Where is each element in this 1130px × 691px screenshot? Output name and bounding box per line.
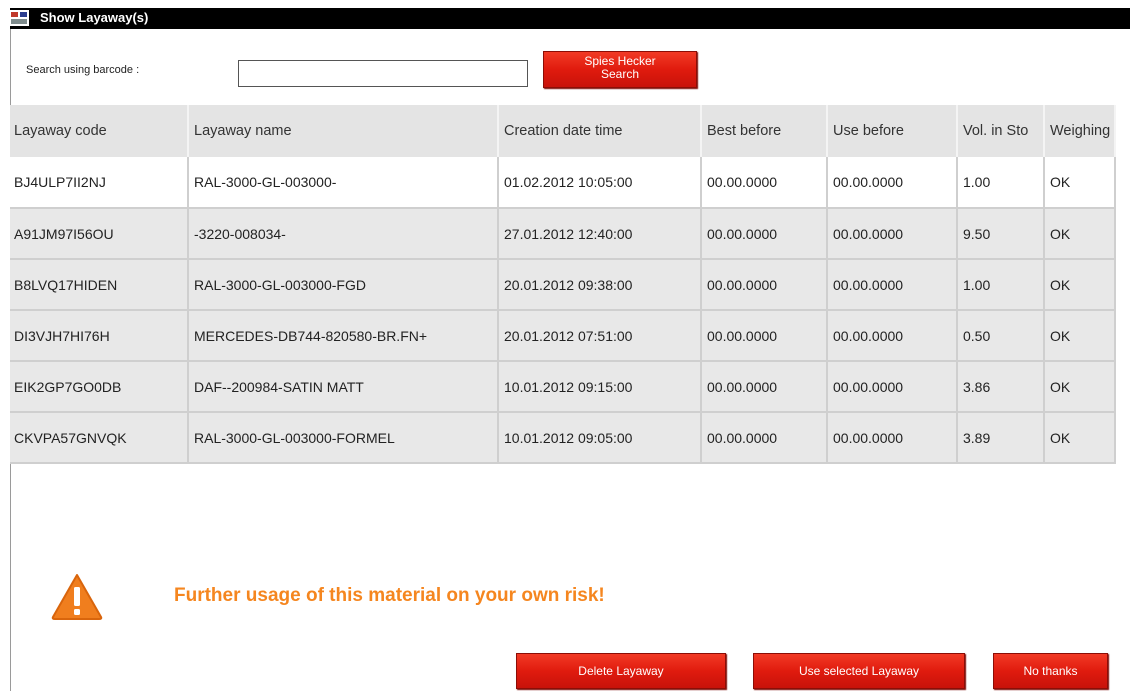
column-header-created[interactable]: Creation date time (498, 105, 702, 157)
delete-layaway-button[interactable]: Delete Layaway (516, 653, 726, 689)
cell-weighing: OK (1044, 208, 1116, 260)
cell-code: A91JM97I56OU (10, 208, 189, 260)
warning-triangle-icon (51, 574, 103, 620)
cell-volume: 1.00 (957, 157, 1045, 209)
cell-code: DI3VJH7HI76H (10, 310, 189, 362)
layaway-table: Layaway code Layaway name Creation date … (10, 105, 1116, 464)
table-row[interactable]: BJ4ULP7II2NJ RAL-3000-GL-003000- 01.02.2… (10, 157, 1116, 209)
column-header-volume[interactable]: Vol. in Sto (957, 105, 1045, 157)
cell-best-before: 00.00.0000 (701, 361, 828, 413)
cell-best-before: 00.00.0000 (701, 208, 828, 260)
window-title: Show Layaway(s) (40, 10, 149, 25)
cell-name: -3220-008034- (188, 208, 499, 260)
cell-weighing: OK (1044, 412, 1116, 464)
no-thanks-button[interactable]: No thanks (993, 653, 1108, 689)
cell-volume: 3.86 (957, 361, 1045, 413)
cell-best-before: 00.00.0000 (701, 310, 828, 362)
cell-use-before: 00.00.0000 (827, 310, 958, 362)
cell-created: 20.01.2012 09:38:00 (498, 259, 702, 311)
cell-code: BJ4ULP7II2NJ (10, 157, 189, 209)
column-header-best-before[interactable]: Best before (701, 105, 828, 157)
cell-created: 10.01.2012 09:05:00 (498, 412, 702, 464)
cell-code: B8LVQ17HIDEN (10, 259, 189, 311)
table-row[interactable]: EIK2GP7GO0DB DAF--200984-SATIN MATT 10.0… (10, 361, 1116, 413)
column-header-weighing[interactable]: Weighing (1044, 105, 1116, 157)
cell-created: 27.01.2012 12:40:00 (498, 208, 702, 260)
cell-name: MERCEDES-DB744-820580-BR.FN+ (188, 310, 499, 362)
cell-volume: 1.00 (957, 259, 1045, 311)
cell-use-before: 00.00.0000 (827, 157, 958, 209)
column-header-use-before[interactable]: Use before (827, 105, 958, 157)
cell-code: CKVPA57GNVQK (10, 412, 189, 464)
title-bar (10, 8, 1130, 29)
cell-created: 10.01.2012 09:15:00 (498, 361, 702, 413)
column-header-code[interactable]: Layaway code (10, 105, 189, 157)
cell-name: RAL-3000-GL-003000-FORMEL (188, 412, 499, 464)
barcode-search-input[interactable] (238, 60, 528, 87)
cell-best-before: 00.00.0000 (701, 412, 828, 464)
cell-use-before: 00.00.0000 (827, 208, 958, 260)
cell-use-before: 00.00.0000 (827, 361, 958, 413)
cell-best-before: 00.00.0000 (701, 157, 828, 209)
cell-volume: 0.50 (957, 310, 1045, 362)
cell-weighing: OK (1044, 361, 1116, 413)
search-button-line2: Search (600, 67, 640, 81)
spies-hecker-search-button[interactable]: Spies Hecker Search (543, 51, 697, 88)
use-selected-layaway-button[interactable]: Use selected Layaway (753, 653, 965, 689)
cell-name: RAL-3000-GL-003000-FGD (188, 259, 499, 311)
cell-volume: 9.50 (957, 208, 1045, 260)
warning-message: Further usage of this material on your o… (174, 585, 605, 606)
cell-use-before: 00.00.0000 (827, 412, 958, 464)
app-icon (9, 10, 29, 26)
table-row[interactable]: B8LVQ17HIDEN RAL-3000-GL-003000-FGD 20.0… (10, 259, 1116, 311)
table-row[interactable]: DI3VJH7HI76H MERCEDES-DB744-820580-BR.FN… (10, 310, 1116, 362)
column-header-name[interactable]: Layaway name (188, 105, 499, 157)
cell-name: RAL-3000-GL-003000- (188, 157, 499, 209)
cell-code: EIK2GP7GO0DB (10, 361, 189, 413)
cell-created: 20.01.2012 07:51:00 (498, 310, 702, 362)
cell-weighing: OK (1044, 157, 1116, 209)
cell-weighing: OK (1044, 310, 1116, 362)
cell-created: 01.02.2012 10:05:00 (498, 157, 702, 209)
cell-weighing: OK (1044, 259, 1116, 311)
cell-name: DAF--200984-SATIN MATT (188, 361, 499, 413)
table-row[interactable]: CKVPA57GNVQK RAL-3000-GL-003000-FORMEL 1… (10, 412, 1116, 464)
table-header-row: Layaway code Layaway name Creation date … (10, 105, 1116, 157)
table-row[interactable]: A91JM97I56OU -3220-008034- 27.01.2012 12… (10, 208, 1116, 260)
search-label: Search using barcode : (26, 64, 140, 76)
cell-volume: 3.89 (957, 412, 1045, 464)
cell-best-before: 00.00.0000 (701, 259, 828, 311)
cell-use-before: 00.00.0000 (827, 259, 958, 311)
